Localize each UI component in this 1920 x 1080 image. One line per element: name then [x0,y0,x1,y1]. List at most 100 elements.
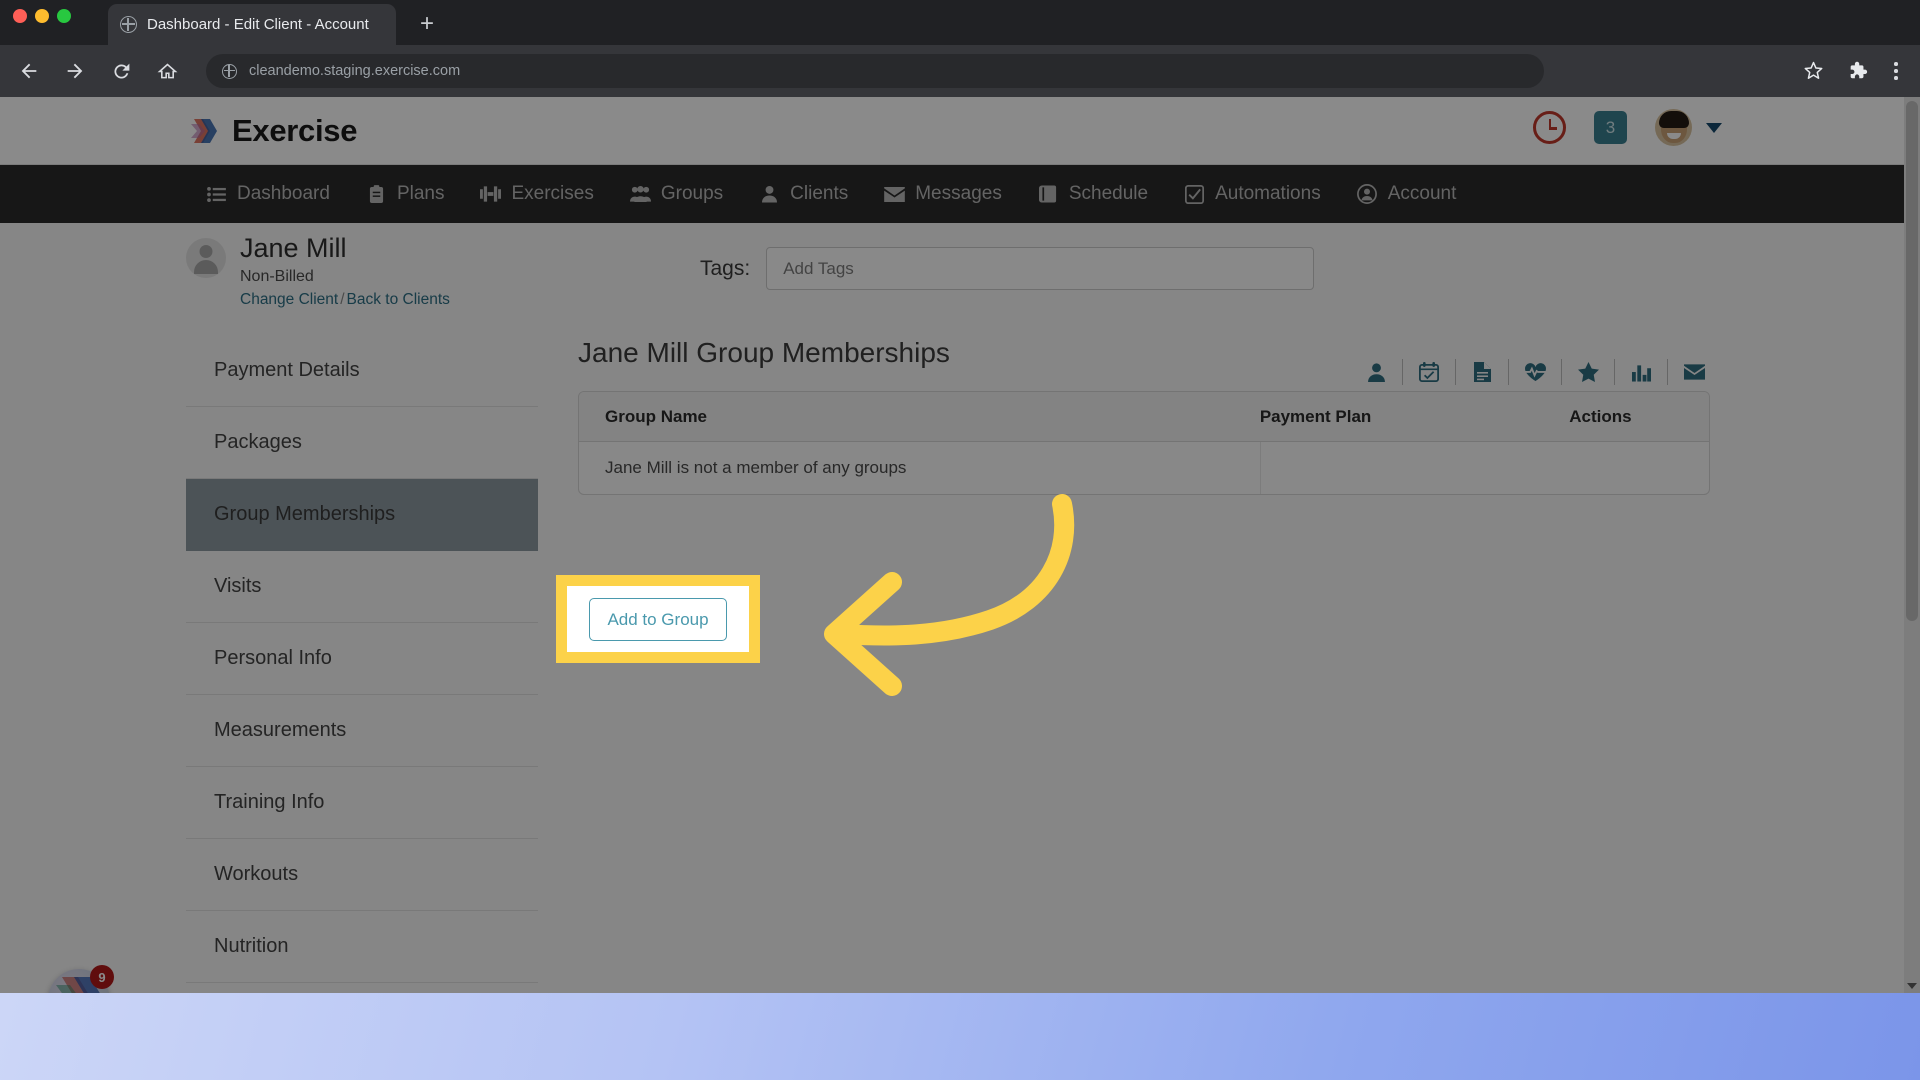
sidebar-item-label: Training Info [214,791,325,813]
sidebar-item-workouts[interactable]: Workouts [186,839,538,911]
nav-item-label: Account [1387,183,1457,204]
nav-item-plans[interactable]: Plans [348,165,463,223]
browser-window: Dashboard - Edit Client - Account + clea… [0,0,1920,993]
minimize-window-button[interactable] [35,9,49,23]
list-icon [206,185,227,204]
nav-item-account[interactable]: Account [1339,165,1475,223]
sidebar-item-payment-details[interactable]: Payment Details [186,335,538,407]
browser-tab-strip: Dashboard - Edit Client - Account + [0,0,1920,45]
sidebar-item-label: Personal Info [214,647,332,669]
nav-item-automations[interactable]: Automations [1166,165,1339,223]
maximize-window-button[interactable] [57,9,71,23]
browser-tab-title: Dashboard - Edit Client - Account [147,16,369,33]
sidebar-item-label: Group Memberships [214,503,396,525]
web-page: Exercise 3 Dashboard Plans Exercises Gro… [0,97,1904,993]
reload-icon[interactable] [104,54,138,88]
clock-icon[interactable] [1533,111,1566,144]
address-bar-url: cleandemo.staging.exercise.com [249,63,461,79]
puzzle-piece-icon[interactable] [1847,60,1868,86]
sidebar-item-measurements[interactable]: Measurements [186,695,538,767]
client-billing-status: Non-Billed [240,268,314,285]
sidebar-item-label: Visits [214,575,262,597]
desktop-background [0,993,1920,1080]
back-to-clients-link[interactable]: Back to Clients [347,291,450,308]
column-header-group-name: Group Name [605,406,708,426]
dumbbell-icon [480,185,502,204]
client-placeholder-avatar [186,238,226,278]
nav-item-messages[interactable]: Messages [866,165,1020,223]
sidebar-item-visits[interactable]: Visits [186,551,538,623]
home-icon[interactable] [150,54,184,88]
nav-item-label: Plans [396,183,445,204]
client-bar: Jane Mill Non-Billed Change Client / Back … [0,223,1904,319]
avatar [1655,109,1692,146]
star-outline-icon[interactable] [1803,60,1824,86]
sidebar-item-packages[interactable]: Packages [186,407,538,479]
scroll-down-arrow-icon[interactable] [1907,983,1917,989]
nav-item-label: Groups [660,183,724,204]
sidebar-item-label: Nutrition [214,935,289,957]
add-to-group-button[interactable]: Add to Group [589,598,727,641]
page-title: Jane Mill Group Memberships [578,337,950,368]
client-sidebar: Payment Details Packages Group Membershi… [186,335,538,983]
browser-toolbar: cleandemo.staging.exercise.com [0,45,1920,97]
cell-payment-plan [1259,442,1569,494]
address-bar[interactable]: cleandemo.staging.exercise.com [206,54,1544,88]
nav-item-clients[interactable]: Clients [741,165,866,223]
sidebar-item-group-memberships[interactable]: Group Memberships [186,479,538,551]
chevron-down-icon[interactable] [1706,122,1722,133]
client-links: Change Client / Back to Clients [240,291,450,309]
column-header-actions: Actions [1569,406,1632,426]
nav-item-dashboard[interactable]: Dashboard [188,165,348,223]
scrollbar-thumb[interactable] [1906,101,1918,621]
brand-name: Exercise [232,113,358,148]
nav-item-exercises[interactable]: Exercises [462,165,611,223]
exercise-chevrons-logo [188,115,220,147]
group-memberships-table: Group Name Payment Plan Actions Jane Mil… [578,391,1710,495]
link-separator: / [340,291,345,308]
close-window-button[interactable] [13,9,27,23]
chat-widget[interactable]: 9 [48,965,114,993]
globe-icon [120,16,137,33]
back-arrow-icon[interactable] [12,54,46,88]
column-header-payment-plan: Payment Plan [1259,406,1372,426]
notification-badge[interactable]: 3 [1594,111,1627,144]
three-dot-menu-icon[interactable] [1886,59,1906,83]
nav-item-label: Automations [1215,183,1321,204]
sidebar-item-label: Measurements [214,719,347,741]
nav-item-label: Exercises [511,183,594,204]
client-identity: Jane Mill Non-Billed Change Client / Back … [186,232,450,309]
clipboard-icon [366,184,387,204]
sidebar-item-label: Workouts [214,863,299,885]
book-icon [1038,185,1059,204]
page-scrollbar[interactable] [1904,97,1920,993]
forward-arrow-icon[interactable] [58,54,92,88]
sidebar-item-label: Payment Details [214,359,360,381]
change-client-link[interactable]: Change Client [240,291,338,308]
sidebar-item-training-info[interactable]: Training Info [186,767,538,839]
nav-item-groups[interactable]: Groups [612,165,741,223]
nav-item-label: Messages [915,183,1002,204]
table-header-row: Group Name Payment Plan Actions [579,392,1709,442]
sidebar-item-label: Packages [214,431,302,453]
header-actions: 3 [1533,109,1722,146]
account-menu[interactable] [1655,109,1722,146]
envelope-icon [884,185,906,204]
nav-item-label: Clients [790,183,849,204]
user-circle-icon [1357,184,1378,204]
brand[interactable]: Exercise [188,113,357,149]
nav-item-label: Dashboard [237,183,330,204]
tags-row: Tags: [700,247,1315,290]
people-group-icon [629,185,651,204]
nav-item-label: Schedule [1068,183,1149,204]
new-tab-button[interactable]: + [412,10,442,40]
tags-input[interactable] [766,247,1315,290]
nav-item-schedule[interactable]: Schedule [1020,165,1166,223]
empty-state-message: Jane Mill is not a member of any groups [605,458,907,477]
sidebar-item-personal-info[interactable]: Personal Info [186,623,538,695]
tags-label: Tags: [700,256,751,280]
chat-unread-badge: 9 [90,965,114,989]
sidebar-item-nutrition[interactable]: Nutrition [186,911,538,983]
cell-actions [1569,442,1709,494]
browser-tab[interactable]: Dashboard - Edit Client - Account [108,4,396,45]
